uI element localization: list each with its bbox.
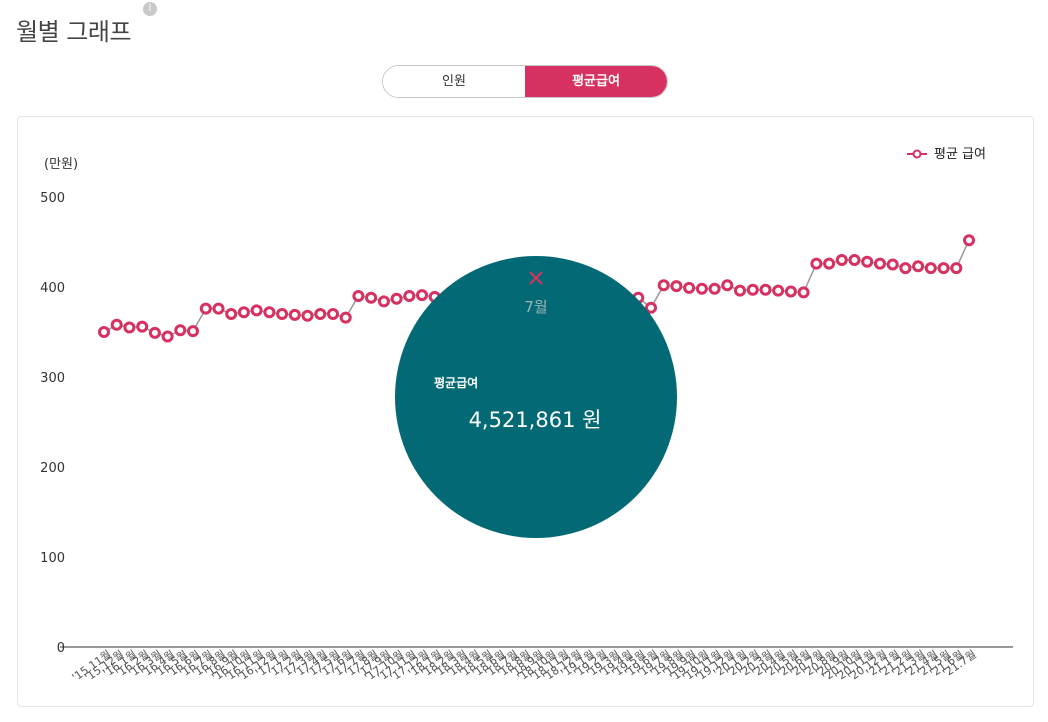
data-point[interactable] [237, 306, 250, 319]
tooltip-month: 7월 [524, 298, 547, 316]
data-point[interactable] [174, 324, 187, 337]
data-point[interactable] [708, 282, 721, 295]
data-point[interactable] [797, 286, 810, 299]
legend-label: 평균 급여 [934, 147, 986, 162]
data-point[interactable] [263, 306, 276, 319]
data-point[interactable] [683, 281, 696, 294]
data-point[interactable] [835, 254, 848, 266]
tooltip-value: 4,521,861 원 [469, 408, 602, 432]
data-point[interactable] [861, 255, 874, 268]
y-tick-label: 0 [57, 641, 65, 656]
data-point[interactable] [123, 321, 136, 334]
data-point[interactable] [250, 304, 263, 317]
data-point[interactable] [924, 262, 937, 275]
data-point[interactable] [912, 260, 925, 273]
y-unit-label: (만원) [44, 157, 78, 172]
y-tick-label: 200 [40, 461, 65, 476]
data-point[interactable] [886, 258, 899, 271]
data-point[interactable] [950, 262, 963, 275]
data-point[interactable] [377, 295, 390, 308]
data-point[interactable] [645, 301, 657, 314]
y-tick-label: 400 [40, 281, 65, 296]
data-point[interactable] [784, 285, 797, 298]
data-point[interactable] [352, 290, 365, 302]
data-point[interactable] [810, 257, 823, 270]
data-point[interactable] [899, 262, 912, 275]
data-point[interactable] [365, 291, 378, 304]
data-point[interactable] [963, 234, 975, 247]
data-point[interactable] [390, 292, 403, 305]
data-point[interactable] [161, 330, 174, 343]
data-point[interactable] [225, 308, 238, 320]
data-point[interactable] [136, 320, 149, 333]
data-point[interactable] [746, 283, 759, 296]
data-point[interactable] [937, 262, 950, 275]
data-point[interactable] [212, 302, 225, 315]
data-point[interactable] [695, 282, 708, 295]
data-point[interactable] [670, 280, 683, 293]
data-point[interactable] [721, 279, 734, 292]
data-point[interactable] [314, 308, 327, 320]
data-point[interactable] [416, 289, 428, 302]
data-point[interactable] [339, 311, 352, 324]
data-point[interactable] [759, 283, 772, 296]
data-point[interactable] [327, 308, 339, 320]
y-tick-label: 500 [40, 191, 65, 206]
data-point[interactable] [148, 326, 161, 339]
data-point[interactable] [301, 309, 314, 322]
tooltip-label: 평균급여 [434, 375, 478, 390]
data-point[interactable] [657, 279, 670, 292]
y-tick-label: 100 [40, 551, 65, 566]
legend: 평균 급여 [907, 147, 986, 162]
data-point[interactable] [734, 284, 746, 297]
data-point[interactable] [874, 257, 886, 270]
data-point[interactable] [187, 325, 199, 338]
y-tick-label: 300 [40, 371, 65, 386]
data-point[interactable] [403, 290, 416, 302]
tooltip: 7월 평균급여 4,521,861 원 [395, 256, 677, 538]
data-point[interactable] [823, 257, 836, 270]
data-point[interactable] [848, 254, 861, 266]
data-point[interactable] [110, 318, 123, 331]
data-point[interactable] [199, 302, 212, 315]
data-point[interactable] [772, 284, 785, 297]
data-point[interactable] [276, 308, 289, 320]
data-point[interactable] [288, 308, 301, 321]
data-point[interactable] [98, 326, 110, 338]
legend-marker-icon [912, 149, 922, 159]
line-chart: (만원) 0100200300400500 '15.11월'15.12월'16.… [40, 147, 1013, 684]
